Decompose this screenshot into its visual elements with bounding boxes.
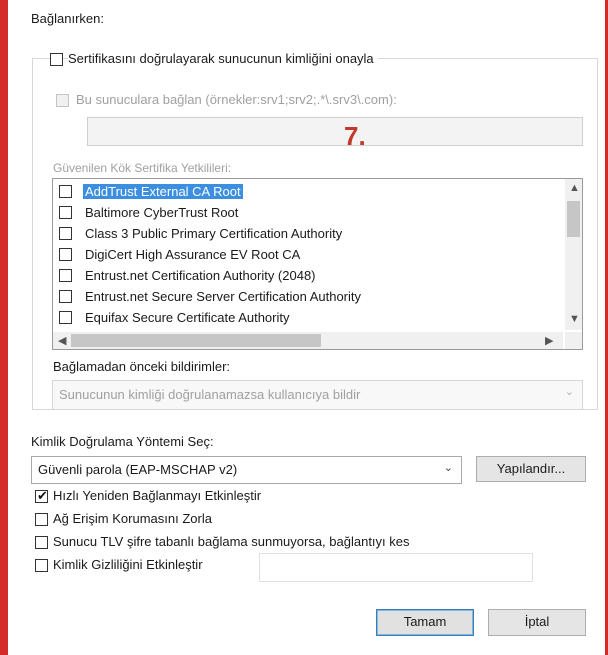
list-item-label: AddTrust External CA Root (83, 184, 243, 199)
verify-server-checkbox[interactable] (50, 53, 63, 66)
list-item-label: Baltimore CyberTrust Root (85, 205, 239, 220)
tlv-checkbox[interactable] (35, 536, 48, 549)
list-item-checkbox[interactable] (59, 269, 72, 282)
nap-checkbox[interactable] (35, 513, 48, 526)
auth-method-dropdown[interactable]: Güvenli parola (EAP-MSCHAP v2) ⌄ (31, 456, 462, 484)
scroll-down-icon[interactable]: ▼ (569, 313, 580, 325)
scroll-up-icon[interactable]: ▲ (569, 182, 580, 194)
vertical-scrollbar[interactable]: ▲ ▼ (565, 179, 582, 330)
left-red-border (0, 0, 8, 655)
pre-connect-label: Bağlamadan önceki bildirimler: (53, 359, 231, 374)
connect-servers-input[interactable] (87, 117, 583, 146)
chevron-down-icon: ⌄ (564, 386, 574, 398)
chevron-down-icon: ⌄ (443, 462, 453, 474)
list-item-label: Equifax Secure Certificate Authority (85, 310, 290, 325)
scroll-right-icon[interactable]: ▶ (545, 334, 553, 347)
cancel-button[interactable]: İptal (488, 609, 586, 636)
auth-method-value: Güvenli parola (EAP-MSCHAP v2) (38, 462, 238, 477)
horizontal-scroll-thumb[interactable] (71, 334, 321, 347)
list-item-label: Entrust.net Secure Server Certification … (85, 289, 362, 304)
identity-privacy-input[interactable] (259, 553, 533, 582)
list-item-checkbox[interactable] (59, 185, 72, 198)
pre-connect-value: Sunucunun kimliği doğrulanamazsa kullanı… (59, 387, 361, 402)
connect-servers-checkbox[interactable] (56, 94, 69, 107)
verify-server-label: Sertifikasını doğrulayarak sunucunun kim… (68, 51, 378, 66)
list-item-label: Class 3 Public Primary Certification Aut… (85, 226, 343, 241)
list-item-checkbox[interactable] (59, 248, 72, 261)
scroll-corner (565, 332, 582, 349)
identity-privacy-checkbox[interactable] (35, 559, 48, 572)
tlv-label: Sunucu TLV şifre tabanlı bağlama sunmuyo… (53, 534, 410, 549)
configure-button[interactable]: Yapılandır... (476, 456, 586, 482)
scroll-left-icon[interactable]: ◀ (58, 334, 66, 347)
connect-servers-label: Bu sunuculara bağlan (örnekler:srv1;srv2… (76, 92, 397, 107)
list-item-label: DigiCert High Assurance EV Root CA (85, 247, 301, 262)
list-item-checkbox[interactable] (59, 311, 72, 324)
nap-label: Ağ Erişim Korumasını Zorla (53, 511, 212, 526)
connecting-label: Bağlanırken: (31, 11, 104, 26)
checkmark-icon: ✔ (37, 488, 48, 503)
auth-method-label: Kimlik Doğrulama Yöntemi Seç: (31, 434, 214, 449)
list-item-checkbox[interactable] (59, 290, 72, 303)
horizontal-scrollbar[interactable]: ◀ ▶ (53, 332, 563, 349)
trusted-roots-label: Güvenilen Kök Sertifika Yetkilileri: (53, 161, 232, 175)
trusted-roots-list[interactable]: AddTrust External CA Root Baltimore Cybe… (52, 178, 583, 350)
fast-reconnect-checkbox[interactable]: ✔ (35, 488, 48, 503)
step-annotation: 7. (344, 121, 366, 151)
fast-reconnect-label: Hızlı Yeniden Bağlanmayı Etkinleştir (53, 488, 262, 503)
list-item-checkbox[interactable] (59, 227, 72, 240)
pre-connect-dropdown[interactable]: Sunucunun kimliği doğrulanamazsa kullanı… (52, 380, 583, 410)
list-item-label: Entrust.net Certification Authority (204… (85, 268, 316, 283)
vertical-scroll-thumb[interactable] (567, 201, 580, 237)
identity-privacy-label: Kimlik Gizliliğini Etkinleştir (53, 557, 203, 572)
ok-button[interactable]: Tamam (376, 609, 474, 636)
list-item-checkbox[interactable] (59, 206, 72, 219)
